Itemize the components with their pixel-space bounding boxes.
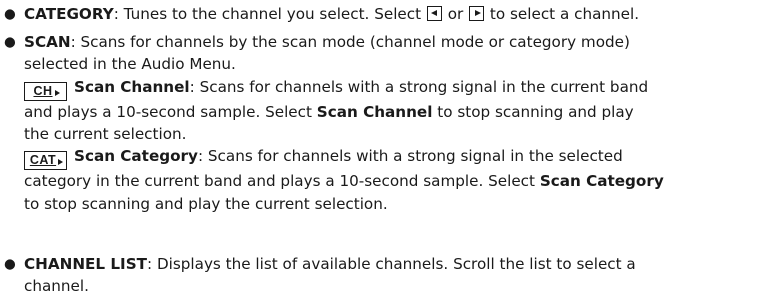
- bullet-dot: ●: [4, 256, 16, 272]
- channel-key-icon: CH: [24, 81, 67, 101]
- channel-list-text: CHANNEL LIST: Displays the list of avail…: [24, 253, 766, 298]
- bullet-category: ● CATEGORY: Tunes to the channel you sel…: [0, 3, 766, 25]
- channel-key-label: CH: [33, 83, 53, 98]
- scan-category-term: Scan Category: [74, 147, 198, 166]
- category-connector: or: [442, 5, 469, 23]
- scan-channel-line2-bold: Scan Channel: [316, 102, 433, 121]
- scan-text: SCAN: Scans for channels by the scan mod…: [24, 31, 766, 215]
- category-desc-end: to select a channel.: [485, 5, 640, 23]
- category-key-icon: CAT: [24, 151, 67, 171]
- bullet-dot: ●: [4, 34, 16, 50]
- channel-list-line2: channel.: [24, 277, 89, 296]
- scan-channel-line3: the current selection.: [24, 124, 187, 143]
- scan-intro-line1: : Scans for channels by the scan mode (c…: [70, 33, 630, 51]
- scan-category-entry: CAT Scan Category: Scans for channels wit…: [24, 145, 766, 215]
- scan-term: SCAN: [24, 33, 71, 51]
- scan-channel-term: Scan Channel: [74, 77, 190, 96]
- scan-category-line3: to stop scanning and play the current se…: [24, 194, 388, 213]
- category-term: CATEGORY: [24, 5, 114, 23]
- scan-category-line1: : Scans for channels with a strong signa…: [197, 147, 623, 166]
- bullet-scan: ● SCAN: Scans for channels by the scan m…: [0, 31, 766, 215]
- left-triangle-button-icon: [426, 6, 442, 21]
- scan-channel-entry: CH Scan Channel: Scans for channels with …: [24, 76, 766, 146]
- scan-category-line2: category in the current band and plays a…: [24, 172, 540, 191]
- channel-list-line1: : Displays the list of available channel…: [147, 255, 636, 273]
- category-text: CATEGORY: Tunes to the channel you selec…: [24, 3, 766, 25]
- scan-channel-line2: and plays a 10-second sample. Select: [24, 102, 317, 121]
- bullet-dot: ●: [4, 6, 16, 22]
- manual-page: ● CATEGORY: Tunes to the channel you sel…: [0, 0, 767, 302]
- scan-intro-line2: selected in the Audio Menu.: [24, 55, 236, 74]
- scan-channel-line2-end: to stop scanning and play: [432, 102, 634, 121]
- category-key-label: CAT: [29, 153, 57, 168]
- category-desc: : Tunes to the channel you select. Selec…: [113, 5, 426, 23]
- scan-category-line2-bold: Scan Category: [539, 172, 664, 191]
- channel-list-term: CHANNEL LIST: [24, 255, 147, 273]
- scan-channel-line1: : Scans for channels with a strong signa…: [189, 77, 649, 96]
- right-triangle-button-icon: [469, 6, 485, 21]
- bullet-channel-list: ● CHANNEL LIST: Displays the list of ava…: [0, 253, 766, 298]
